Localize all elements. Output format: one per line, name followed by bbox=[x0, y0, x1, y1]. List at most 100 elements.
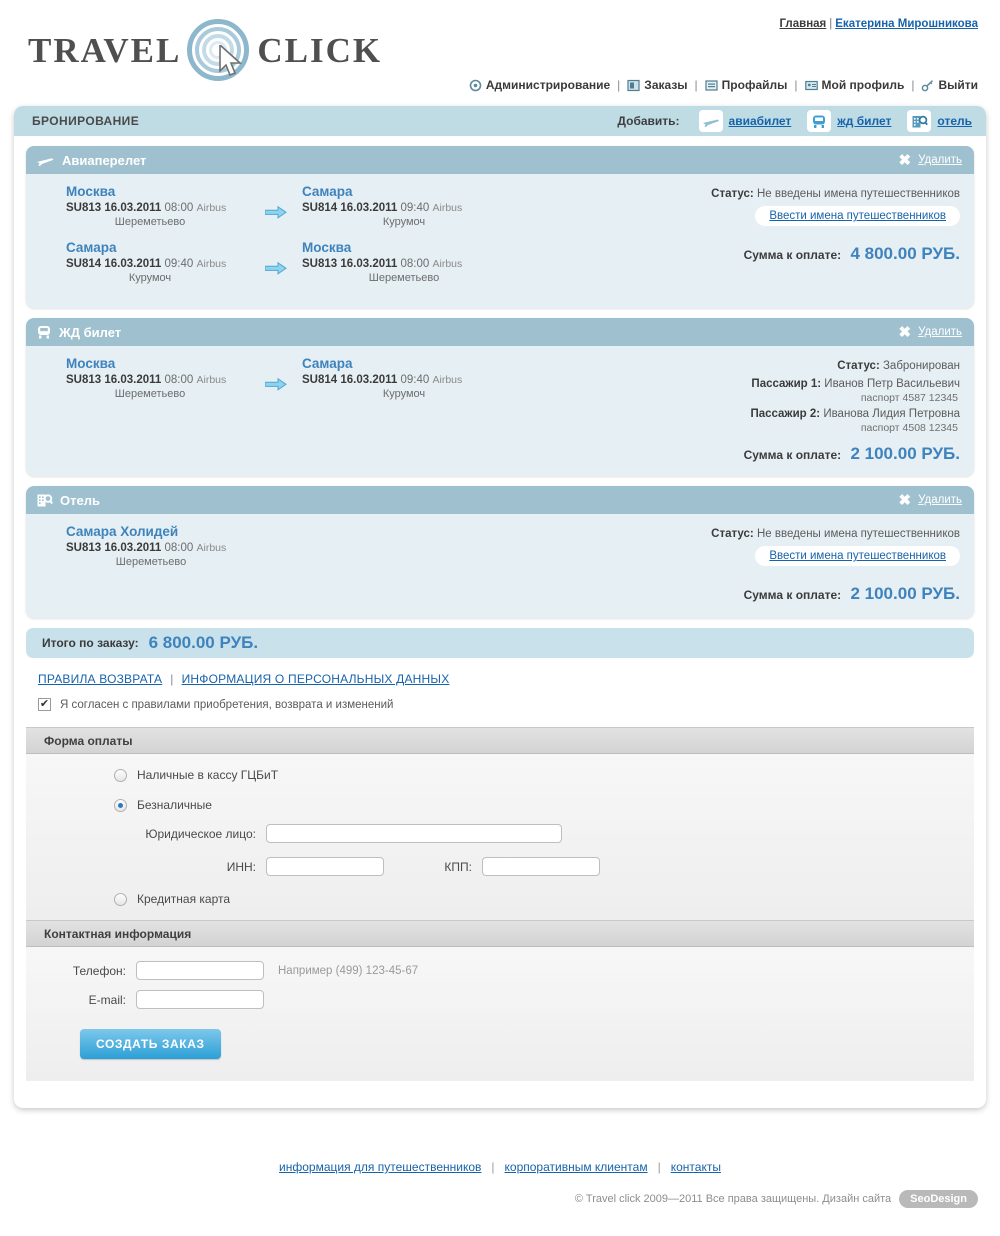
destination-date: 16.03.2011 bbox=[340, 202, 398, 214]
origin-airport: Курумоч bbox=[128, 272, 172, 284]
destination-flight-no: SU814 bbox=[302, 202, 338, 214]
agreement-row[interactable]: ✔ Я согласен с правилами приобретения, в… bbox=[38, 698, 974, 711]
site-logo[interactable]: TRAVEL CLICK bbox=[28, 19, 382, 83]
footer-link-contacts[interactable]: контакты bbox=[671, 1160, 721, 1174]
train-icon bbox=[807, 110, 832, 132]
origin-aircraft: Airbus bbox=[196, 374, 227, 386]
nav-item-administration[interactable]: Администрирование bbox=[469, 78, 610, 92]
profiles-icon bbox=[705, 79, 718, 91]
origin-flight-no: SU814 bbox=[66, 258, 102, 270]
contact-section-title: Контактная информация bbox=[26, 920, 974, 947]
close-icon[interactable]: ✖ bbox=[899, 493, 912, 508]
enter-traveler-names-button[interactable]: Ввести имена путешественников bbox=[755, 546, 960, 566]
user-profile-link[interactable]: Екатерина Мирошникова bbox=[835, 18, 978, 30]
payment-option-cash[interactable]: Наличные в кассу ГЦБиТ bbox=[114, 768, 974, 782]
seodesign-badge[interactable]: SeoDesign bbox=[899, 1190, 978, 1208]
radio-credit-card[interactable] bbox=[114, 892, 127, 906]
origin-flight-no: SU813 bbox=[66, 374, 102, 386]
add-hotel-item[interactable]: отель bbox=[907, 110, 972, 132]
destination-date: 16.03.2011 bbox=[340, 374, 398, 386]
booking-block-train: ЖД билет ✖ Удалить Москва SU813 16.03.20… bbox=[26, 318, 974, 476]
delete-train-link[interactable]: Удалить bbox=[918, 326, 962, 338]
arrow-right-icon bbox=[250, 356, 302, 391]
destination-city: Самара bbox=[302, 356, 353, 371]
personal-data-link[interactable]: ИНФОРМАЦИЯ О ПЕРСОНАЛЬНЫХ ДАННЫХ bbox=[182, 672, 450, 686]
passenger-name: Иванова Лидия Петровна bbox=[823, 408, 960, 420]
origin-aircraft: Airbus bbox=[196, 202, 227, 214]
id-card-icon bbox=[804, 80, 818, 90]
payment-option-credit-card[interactable]: Кредитная карта bbox=[114, 892, 974, 906]
nav-label-my-profile: Мой профиль bbox=[821, 78, 905, 92]
footer-link-corporate-clients[interactable]: корпоративным клиентам bbox=[505, 1160, 648, 1174]
block-body: Москва SU813 16.03.2011 08:00 Airbus Шер… bbox=[26, 346, 974, 476]
segment-origin: Москва SU813 16.03.2011 08:00 Airbus Шер… bbox=[66, 184, 250, 228]
hotel-icon bbox=[37, 493, 53, 506]
hotel-info-column: Статус: Не введены имена путешественнико… bbox=[698, 524, 974, 606]
hotel-location: Шереметьево bbox=[115, 556, 187, 568]
delete-hotel-link[interactable]: Удалить bbox=[918, 494, 962, 506]
payment-option-bank-transfer[interactable]: Безналичные bbox=[114, 798, 974, 812]
phone-input[interactable] bbox=[136, 961, 264, 980]
order-total-amount: 6 800.00 РУБ. bbox=[148, 633, 259, 652]
spiral-cursor-logo-icon bbox=[187, 19, 251, 83]
arrow-right-icon bbox=[250, 184, 302, 219]
footer-links: информация для путешественников | корпорат… bbox=[0, 1160, 1000, 1174]
agreement-checkbox[interactable]: ✔ bbox=[38, 698, 51, 711]
kpp-input[interactable] bbox=[482, 857, 600, 876]
destination-date: 16.03.2011 bbox=[340, 258, 398, 270]
phone-label: Телефон: bbox=[72, 963, 126, 978]
nav-item-my-profile[interactable]: Мой профиль bbox=[804, 78, 905, 92]
add-flight-link[interactable]: авиабилет bbox=[729, 114, 792, 128]
add-train-link[interactable]: жд билет bbox=[837, 114, 891, 128]
nav-item-logout[interactable]: Выйти bbox=[921, 78, 978, 92]
nav-item-profiles[interactable]: Профайлы bbox=[705, 78, 787, 92]
radio-cash[interactable] bbox=[114, 768, 127, 782]
payment-option-bank-transfer-label: Безналичные bbox=[137, 798, 212, 812]
origin-city: Москва bbox=[66, 356, 116, 371]
inn-label: ИНН: bbox=[226, 859, 256, 874]
nav-item-orders[interactable]: Заказы bbox=[627, 78, 688, 92]
add-flight-item[interactable]: авиабилет bbox=[698, 110, 792, 132]
radio-bank-transfer[interactable] bbox=[114, 798, 127, 812]
add-train-item[interactable]: жд билет bbox=[807, 110, 891, 132]
page-title: БРОНИРОВАНИЕ bbox=[32, 114, 140, 128]
inn-input[interactable] bbox=[266, 857, 384, 876]
sum-row: Сумма к оплате: 2 100.00 РУБ. bbox=[698, 444, 960, 464]
destination-city: Москва bbox=[302, 240, 352, 255]
kpp-label: КПП: bbox=[444, 859, 472, 874]
origin-date: 16.03.2011 bbox=[104, 258, 162, 270]
block-header: Авиаперелет ✖ Удалить bbox=[26, 146, 974, 174]
home-link[interactable]: Главная bbox=[779, 18, 826, 30]
passenger-document: паспорт 4508 12345 bbox=[860, 422, 958, 434]
delete-flight-link[interactable]: Удалить bbox=[918, 154, 962, 166]
refund-rules-link[interactable]: ПРАВИЛА ВОЗВРАТА bbox=[38, 672, 162, 686]
close-icon[interactable]: ✖ bbox=[899, 153, 912, 168]
hotel-date: 16.03.2011 bbox=[104, 542, 162, 554]
footer-link-travelers-info[interactable]: информация для путешественников bbox=[279, 1160, 481, 1174]
block-body: Самара Холидей SU813 16.03.2011 08:00 Ai… bbox=[26, 514, 974, 618]
phone-hint: Например (499) 123-45-67 bbox=[278, 964, 419, 977]
train-segments: Москва SU813 16.03.2011 08:00 Airbus Шер… bbox=[26, 356, 698, 464]
enter-traveler-names-button[interactable]: Ввести имена путешественников bbox=[755, 206, 960, 226]
email-input[interactable] bbox=[136, 990, 264, 1009]
footer-separator: | bbox=[491, 1160, 495, 1174]
create-order-button[interactable]: СОЗДАТЬ ЗАКАЗ bbox=[80, 1029, 221, 1059]
logo-word-travel: TRAVEL bbox=[28, 31, 182, 70]
close-icon[interactable]: ✖ bbox=[899, 325, 912, 340]
legal-entity-input[interactable] bbox=[266, 824, 562, 843]
enter-traveler-names-link[interactable]: Ввести имена путешественников bbox=[769, 210, 946, 222]
enter-traveler-names-link[interactable]: Ввести имена путешественников bbox=[769, 550, 946, 562]
block-title-train: ЖД билет bbox=[59, 324, 122, 340]
copyright-area: © Travel click 2009—2011 Все права защищ… bbox=[575, 1190, 978, 1208]
sum-amount: 2 100.00 РУБ. bbox=[850, 584, 960, 603]
train-info-column: Статус: Забронирован Пассажир 1: Иванов … bbox=[698, 356, 974, 464]
status-row: Статус: Не введены имена путешественнико… bbox=[698, 528, 960, 540]
origin-city: Москва bbox=[66, 184, 116, 199]
status-value: Забронирован bbox=[882, 360, 960, 372]
segment-destination: Москва SU813 16.03.2011 08:00 Airbus Шер… bbox=[302, 240, 522, 284]
payment-option-credit-card-label: Кредитная карта bbox=[137, 892, 231, 906]
booking-block-hotel: Отель ✖ Удалить Самара Холидей SU813 16.… bbox=[26, 486, 974, 618]
add-hotel-link[interactable]: отель bbox=[937, 114, 972, 128]
nav-separator: | bbox=[617, 78, 621, 92]
nav-label-orders: Заказы bbox=[644, 78, 688, 92]
